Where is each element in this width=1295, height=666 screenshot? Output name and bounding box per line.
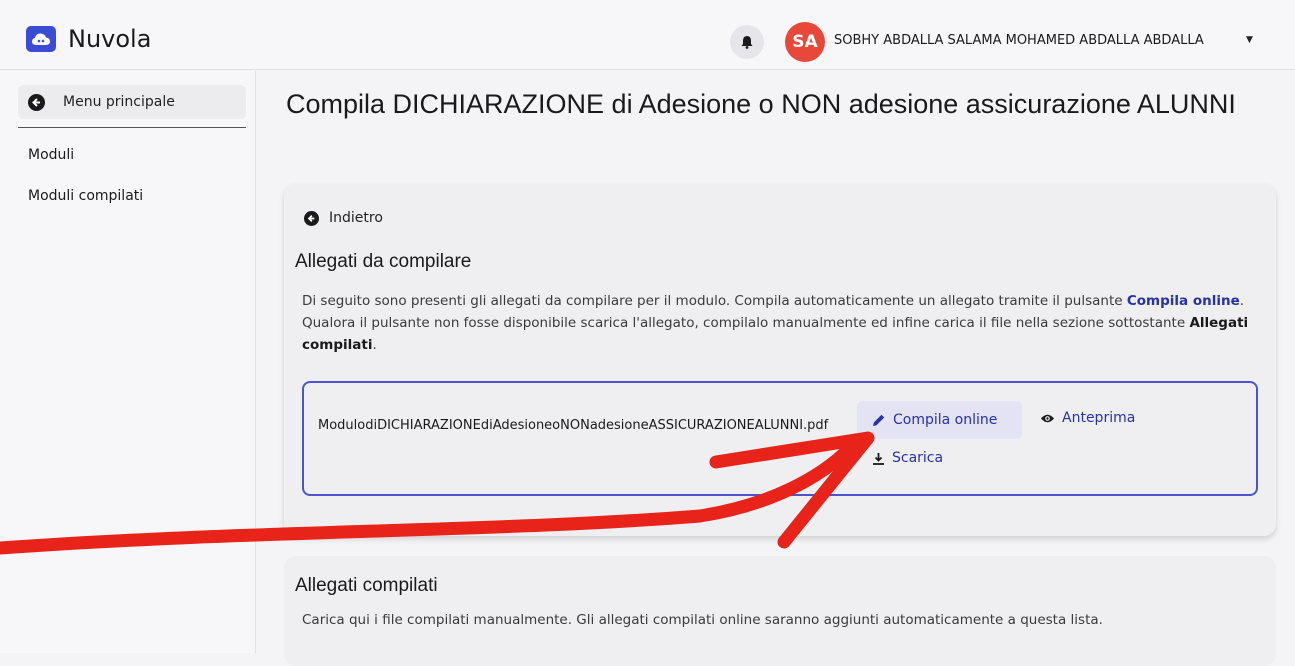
arrow-left-circle-icon (28, 93, 45, 111)
download-label: Scarica (892, 450, 944, 466)
app-title[interactable]: Nuvola (68, 25, 151, 53)
compiled-attachments-description: Carica qui i file compilati manualmente.… (302, 612, 1103, 628)
cloud-logo-icon[interactable] (26, 26, 56, 52)
sidebar-divider (18, 127, 246, 128)
chevron-down-icon[interactable]: ▼ (1246, 35, 1253, 45)
sidebar-item-moduli-compilati[interactable]: Moduli compilati (28, 188, 143, 204)
description-text-1: Di seguito sono presenti gli allegati da… (302, 293, 1127, 309)
back-link[interactable]: Indietro (304, 210, 383, 226)
sidebar: Menu principale Moduli Moduli compilati (0, 71, 256, 653)
eye-icon (1041, 414, 1054, 422)
preview-label: Anteprima (1062, 410, 1136, 426)
compile-online-label: Compila online (893, 412, 998, 428)
avatar[interactable]: SA (785, 22, 825, 62)
download-icon (873, 452, 884, 465)
sidebar-item-moduli[interactable]: Moduli (28, 147, 74, 163)
back-label: Indietro (329, 210, 383, 226)
attachment-file-name: ModulodiDICHIARAZIONEdiAdesioneoNONadesi… (318, 418, 829, 433)
pencil-icon (873, 414, 885, 426)
page-title: Compila DICHIARAZIONE di Adesione o NON … (286, 89, 1236, 119)
preview-button[interactable]: Anteprima (1040, 410, 1135, 426)
notifications-bell-icon[interactable] (730, 25, 764, 59)
download-button[interactable]: Scarica (872, 450, 943, 466)
attachments-description: Di seguito sono presenti gli allegati da… (302, 290, 1262, 356)
compiled-attachments-title: Allegati compilati (295, 575, 438, 596)
attachment-item (302, 381, 1258, 496)
arrow-left-circle-icon (304, 210, 319, 226)
top-bar: Nuvola SA SOBHY ABDALLA SALAMA MOHAMED A… (0, 0, 1295, 70)
compile-online-button[interactable]: Compila online (857, 401, 1022, 439)
description-bold-compila: Compila online (1126, 293, 1240, 309)
description-text-3: . (372, 337, 377, 353)
main-menu-label: Menu principale (63, 94, 175, 110)
compiled-attachments-card (284, 556, 1276, 666)
attachments-to-fill-title: Allegati da compilare (295, 251, 472, 272)
main-menu-button[interactable]: Menu principale (18, 85, 246, 119)
user-menu-name[interactable]: SOBHY ABDALLA SALAMA MOHAMED ABDALLA ABD… (834, 33, 1204, 48)
